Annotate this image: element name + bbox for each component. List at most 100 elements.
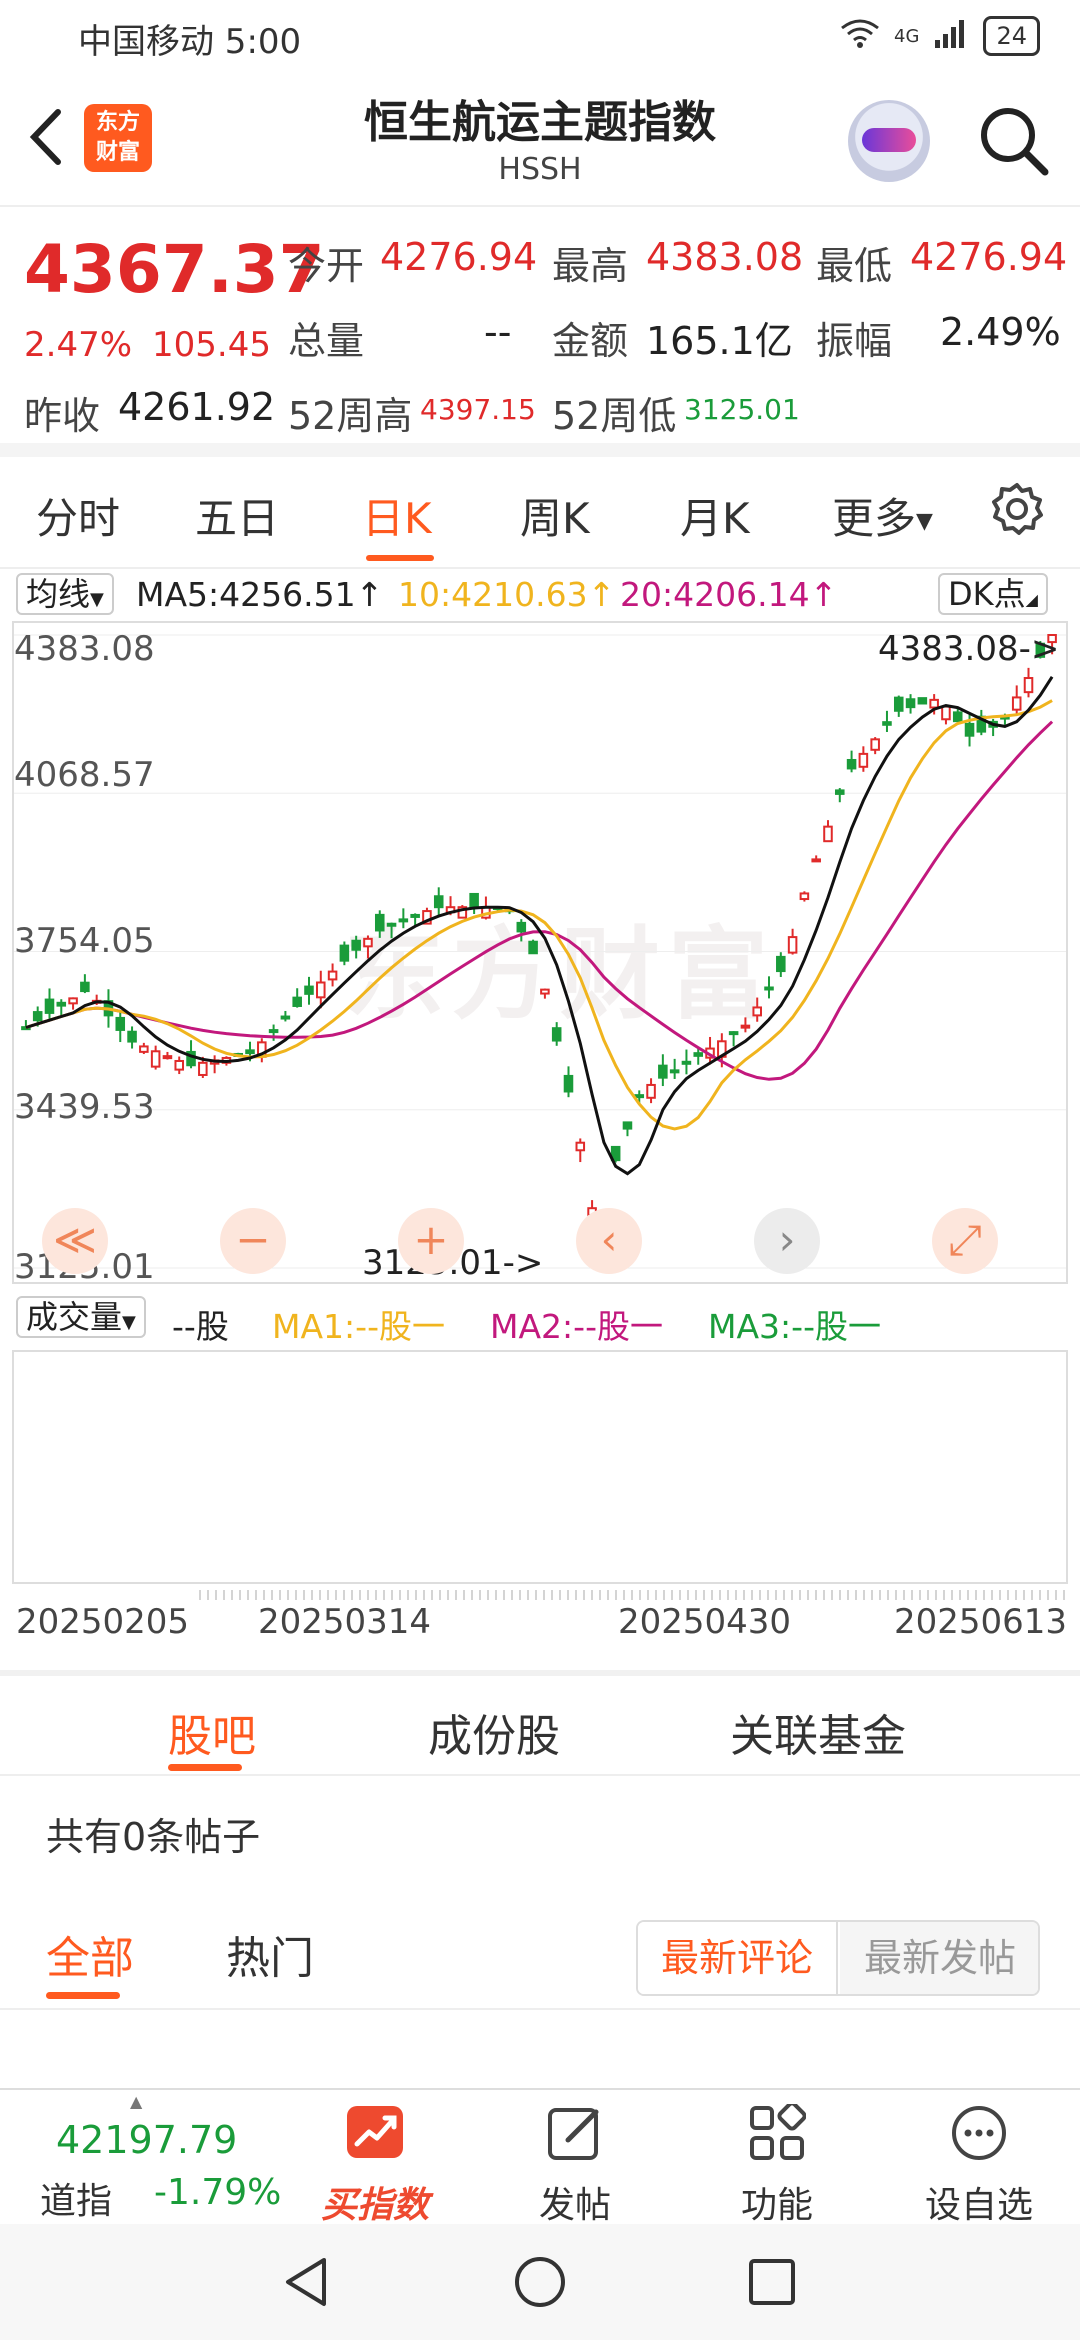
candle-body (941, 705, 951, 721)
candle-body (681, 1060, 692, 1065)
period-tabs: 分时 五日 日K 周K 月K 更多▼ (0, 457, 1080, 567)
dk-point-button[interactable]: DK点◢ (938, 573, 1048, 615)
volume-ma1: MA1:--股一 (272, 1307, 445, 1346)
scroll-start-button[interactable]: ≪ (42, 1208, 108, 1274)
volume-ma2: MA2:--股一 (490, 1307, 663, 1346)
change-amount: 105.45 (152, 325, 271, 365)
candle-body (115, 1016, 126, 1031)
zoom-in-button[interactable]: + (398, 1208, 464, 1274)
candle-body (563, 1074, 574, 1093)
caret-down-icon: ▼ (122, 1312, 136, 1333)
candle-body (374, 913, 385, 932)
candle-body (551, 1027, 562, 1042)
trend-up-icon (347, 2106, 403, 2158)
candle-body (540, 988, 550, 995)
candle-body (469, 892, 479, 909)
candle-body (787, 936, 798, 954)
candle-body (139, 1045, 149, 1053)
gear-icon[interactable] (990, 482, 1044, 536)
fullscreen-button[interactable]: ⤢ (932, 1208, 998, 1274)
candle-body (150, 1050, 161, 1068)
candle-body (32, 1011, 43, 1022)
scroll-left-button[interactable]: ‹ (576, 1208, 642, 1274)
candle-body (752, 1006, 762, 1017)
candle-body (858, 752, 869, 768)
dow-percent: -1.79% (154, 2172, 282, 2213)
candle-body (952, 711, 963, 723)
tab-weekly-k[interactable]: 周K (520, 485, 590, 546)
candle-body (398, 918, 409, 923)
filter-all[interactable]: 全部 (46, 1922, 134, 1986)
candle-body (386, 922, 397, 927)
system-nav-bar (0, 2224, 1080, 2340)
nav-recents-icon[interactable] (744, 2254, 800, 2310)
candle-body (339, 944, 350, 962)
open-label: 今开 (288, 244, 365, 288)
network-label: 4G (894, 25, 920, 47)
candle-body (740, 1024, 751, 1029)
tab-daily-k[interactable]: 日K (362, 485, 432, 546)
zoom-out-button[interactable]: − (220, 1208, 286, 1274)
week52-low-value: 3125.01 (684, 393, 800, 426)
tab-monthly-k[interactable]: 月K (680, 485, 750, 546)
week52-high-value: 4397.15 (420, 393, 536, 426)
post-button[interactable]: 发帖 (500, 2090, 650, 2226)
tab-five-day[interactable]: 五日 (195, 485, 279, 546)
prev-close-value: 4261.92 (118, 385, 276, 429)
filter-hot[interactable]: 热门 (226, 1922, 314, 1986)
tab-constituents[interactable]: 成份股 (428, 1700, 560, 1764)
ma-selector[interactable]: 均线▼ (16, 573, 114, 615)
assistant-robot-icon[interactable] (848, 100, 930, 182)
candle-body (893, 696, 904, 712)
candle-body (351, 939, 361, 951)
candle-body (669, 1069, 680, 1074)
sort-latest-comment[interactable]: 最新评论 (638, 1922, 838, 1994)
add-watchlist-button[interactable]: 设自选 (904, 2090, 1054, 2226)
amount-label: 金额 (552, 319, 629, 363)
buy-index-button[interactable]: 买指数 (300, 2090, 450, 2226)
kline-chart[interactable]: 东方财富 4383.08 4068.57 3754.05 3439.53 312… (12, 621, 1068, 1287)
active-tab-indicator (168, 1764, 242, 1771)
open-value: 4276.94 (380, 235, 538, 279)
functions-button[interactable]: 功能 (702, 2090, 852, 2226)
candle-body (56, 1001, 67, 1007)
candle-body (622, 1121, 633, 1130)
tab-more[interactable]: 更多▼ (832, 485, 933, 546)
candle-body (905, 698, 916, 709)
date-ticks (199, 1590, 1065, 1600)
nav-home-icon[interactable] (512, 2254, 568, 2310)
dow-index-ticker[interactable]: ▲ 42197.79 道指 -1.79% (0, 2090, 290, 2226)
tab-intraday[interactable]: 分时 (36, 485, 120, 546)
volume-value: -- (484, 310, 512, 354)
volume-chart[interactable] (12, 1350, 1068, 1584)
dow-value: 42197.79 (56, 2118, 238, 2162)
volume-selector[interactable]: 成交量▼ (16, 1296, 146, 1338)
nav-back-icon[interactable] (280, 2254, 336, 2310)
date-label-2: 20250314 (258, 1602, 432, 1642)
search-icon[interactable] (975, 102, 1051, 178)
high-label: 最高 (552, 244, 629, 288)
header: 东方 财富 恒生航运主题指数 HSSH (0, 72, 1080, 207)
ma20-value: 20:4206.14↑ (620, 575, 838, 614)
candle-body (433, 895, 444, 909)
scroll-right-button[interactable]: › (754, 1208, 820, 1274)
post-filter-row: 全部 热门 最新评论 最新发帖 (0, 1900, 1080, 2010)
candle-body (245, 1049, 255, 1055)
candle-body (835, 789, 845, 795)
candle-body (728, 1031, 739, 1036)
candle-body (516, 921, 527, 933)
buy-index-label: 买指数 (320, 2185, 429, 2226)
quote-panel: 4367.37 2.47% 105.45 今开 4276.94 最高 4383.… (0, 207, 1080, 457)
change-percent: 2.47% (24, 325, 133, 365)
amplitude-value: 2.49% (940, 310, 1061, 354)
tab-related-funds[interactable]: 关联基金 (730, 1700, 906, 1764)
tab-forum[interactable]: 股吧 (168, 1700, 256, 1764)
corner-arrow-icon: ◢ (1025, 590, 1038, 609)
candle-body (823, 825, 833, 843)
candle-body (162, 1055, 173, 1060)
add-watchlist-label: 设自选 (924, 2185, 1033, 2226)
candle-body (929, 698, 939, 709)
sort-latest-post[interactable]: 最新发帖 (840, 1922, 1038, 1994)
candle-body (634, 1094, 645, 1099)
content-tabs: 股吧 成份股 关联基金 (0, 1676, 1080, 1776)
